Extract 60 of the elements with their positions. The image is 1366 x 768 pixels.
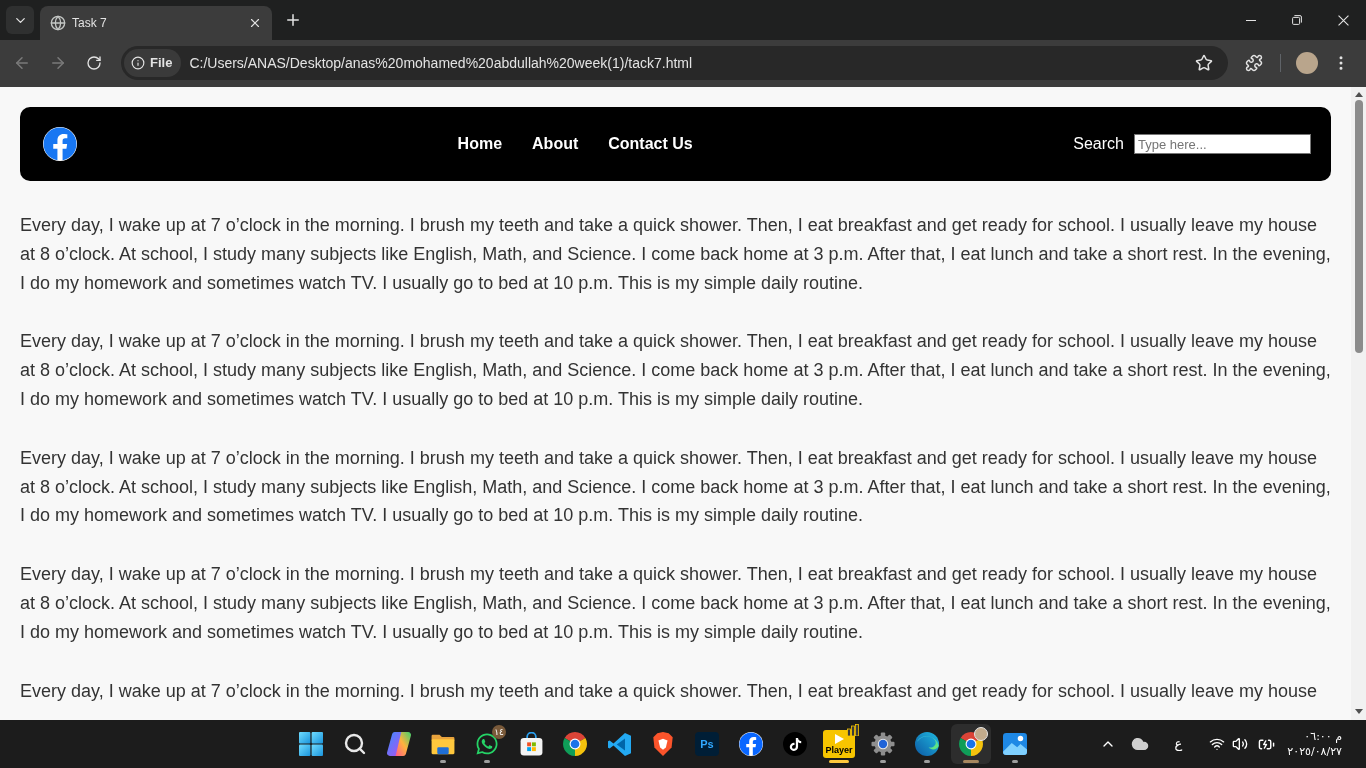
scroll-up-arrow-icon[interactable] — [1354, 92, 1363, 97]
app-icon-label: Player — [825, 745, 853, 755]
notification-badge: ١٤ — [492, 725, 506, 739]
paragraph: Every day, I wake up at 7 o’clock in the morning. I brush my teeth and take a quick shower. Then, I eat breakfast and get ready for school. I usually leave my house — [20, 679, 1319, 703]
close-tab-icon[interactable] — [248, 16, 262, 30]
scrollbar-thumb[interactable] — [1354, 100, 1363, 353]
search-icon — [343, 732, 367, 756]
taskbar-app-button[interactable] — [951, 724, 991, 764]
clock-date[interactable]: ٢٠٢٥/٠٨/٢٧ — [1287, 744, 1342, 759]
paragraph: Every day, I wake up at 7 o’clock in the morning. I brush my teeth and take a quick shower. Then, I eat breakfast and get ready for school. I usually leave my house at 8 o’clock. At school, I study many subjects like English, Math, and Science. I come back home at 3 p.m. After that, I eat lunch and take a short rest. In the evening, I do my homework and sometimes watch TV. I usually go to bed at 10 p.m. This is my simple daily routine. — [20, 563, 1331, 644]
shopping-bag-icon — [519, 732, 543, 756]
folder-icon — [431, 733, 455, 755]
search-label: Search — [1073, 134, 1124, 154]
wifi-icon[interactable] — [1209, 736, 1226, 752]
search-field[interactable]: Type here... — [1134, 134, 1311, 154]
tab-search-button[interactable] — [6, 6, 34, 34]
extensions-icon[interactable] — [1245, 54, 1263, 72]
slanted-gradient-logo-icon — [387, 732, 411, 756]
new-tab-icon[interactable] — [284, 11, 302, 29]
ribbon-logo-icon — [607, 732, 631, 756]
tricolor-circle-logo-icon — [563, 732, 587, 756]
landscape-tile-icon — [1003, 733, 1027, 755]
globe-icon — [50, 15, 66, 31]
gear-icon — [871, 732, 895, 756]
info-icon — [131, 56, 145, 70]
avatar-badge — [974, 727, 988, 741]
taskbar-app-button[interactable]: Player — [819, 724, 859, 764]
bookmark-star-icon[interactable] — [1195, 54, 1213, 72]
avatar[interactable] — [1296, 52, 1318, 74]
nav-link[interactable]: Home — [457, 132, 503, 156]
play-icon — [834, 733, 844, 744]
taskbar-app-button[interactable]: Ps — [687, 724, 727, 764]
nav-link[interactable]: About — [532, 132, 579, 156]
volume-icon[interactable] — [1232, 736, 1249, 752]
windows-logo-icon — [299, 732, 323, 756]
input-language-indicator[interactable]: ع — [1174, 734, 1183, 754]
f-circle-logo-icon — [43, 127, 77, 161]
paragraph: Every day, I wake up at 7 o’clock in the morning. I brush my teeth and take a quick shower. Then, I eat breakfast and get ready for school. I usually leave my house at 8 o’clock. At school, I study many subjects like English, Math, and Science. I come back home at 3 p.m. After that, I eat lunch and take a short rest. In the evening, I do my homework and sometimes watch TV. I usually go to bed at 10 p.m. This is my simple daily routine. — [20, 214, 1331, 295]
site-info-chip[interactable]: File — [124, 49, 182, 77]
scroll-down-arrow-icon[interactable] — [1354, 709, 1363, 714]
reload-icon — [86, 55, 102, 71]
url-text: C:/Users/ANAS/Desktop/anas%20mohamed%20abdullah%20week(1)/tack7.html — [189, 53, 693, 73]
clock-time[interactable]: م ٠٦:٠٠ — [1304, 729, 1342, 744]
signal-bars-icon — [847, 724, 859, 736]
forward-arrow-icon — [49, 54, 67, 72]
wave-circle-logo-icon — [915, 732, 939, 756]
close-icon — [1337, 14, 1349, 26]
browser-tab[interactable]: Task 7 — [40, 6, 272, 40]
f-circle-logo-icon — [739, 732, 763, 756]
cloud-icon[interactable] — [1130, 735, 1149, 753]
restore-icon — [1292, 15, 1302, 25]
paragraph: Every day, I wake up at 7 o’clock in the morning. I brush my teeth and take a quick shower. Then, I eat breakfast and get ready for school. I usually leave my house at 8 o’clock. At school, I study many subjects like English, Math, and Science. I come back home at 3 p.m. After that, I eat lunch and take a short rest. In the evening, I do my homework and sometimes watch TV. I usually go to bed at 10 p.m. This is my simple daily routine. — [20, 330, 1331, 411]
shield-icon — [653, 732, 673, 756]
minimize-icon — [1246, 19, 1256, 21]
nav-link[interactable]: Contact Us — [608, 132, 693, 156]
address-bar[interactable]: File C:/Users/ANAS/Desktop/anas%20mohamed%20abdullah%20week(1)/tack7.html — [121, 46, 1228, 80]
music-note-logo-icon — [783, 732, 807, 756]
taskbar-app-button[interactable]: ١٤ — [467, 724, 507, 764]
paragraph: Every day, I wake up at 7 o’clock in the morning. I brush my teeth and take a quick shower. Then, I eat breakfast and get ready for school. I usually leave my house at 8 o’clock. At school, I study many subjects like English, Math, and Science. I come back home at 3 p.m. After that, I eat lunch and take a short rest. In the evening, I do my homework and sometimes watch TV. I usually go to bed at 10 p.m. This is my simple daily routine. — [20, 446, 1331, 528]
app-icon-label: Ps — [700, 738, 714, 750]
